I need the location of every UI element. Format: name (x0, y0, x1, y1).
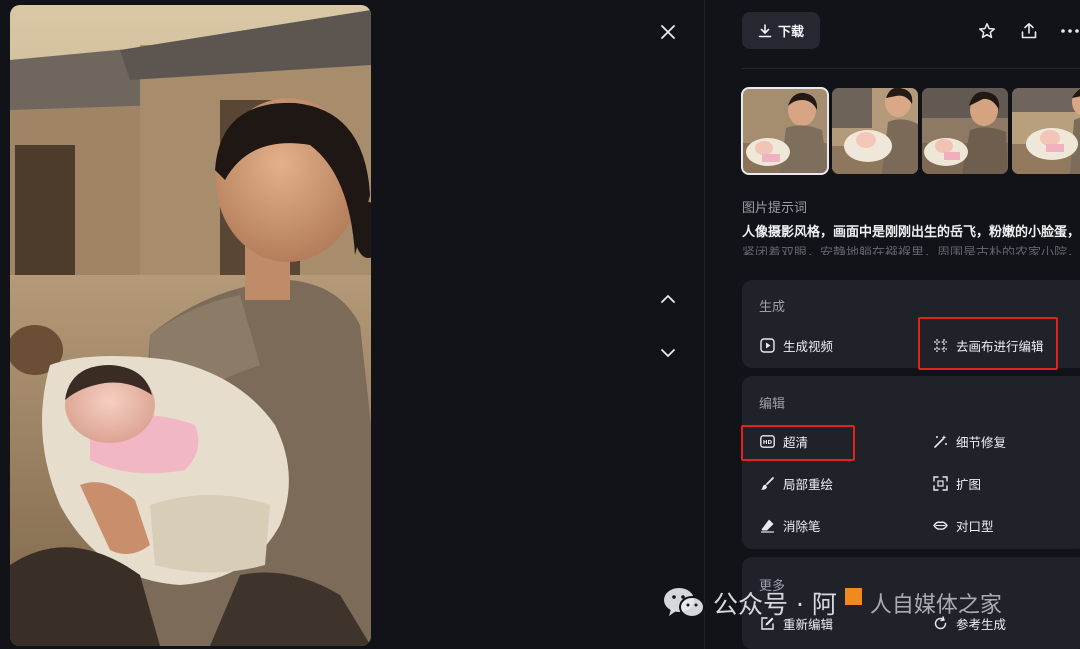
prompt-heading: 图片提示词 (742, 201, 808, 216)
generate-title: 生成 (759, 300, 786, 315)
watermark-logo-square (844, 587, 862, 605)
eraser-label: 消除笔 (783, 519, 821, 534)
close-icon (661, 25, 675, 39)
inpaint-button[interactable]: 局部重绘 (760, 474, 833, 493)
brush-icon (761, 477, 774, 490)
highlight-box (741, 425, 855, 461)
main-image[interactable] (10, 5, 371, 646)
lip-sync-button[interactable]: 对口型 (933, 516, 994, 535)
highlight-box (918, 317, 1058, 370)
detail-panel: 下载 图片提示词 人像摄影风格，画面中是刚刚出生的岳飞，粉嫩的小脸蛋， 紧闭着双… (705, 0, 1080, 649)
lips-icon (933, 521, 948, 530)
previous-image-button[interactable] (656, 287, 680, 311)
inpaint-label: 局部重绘 (783, 477, 834, 492)
thumbnail-strip (741, 87, 1080, 175)
wechat-icon (664, 588, 705, 618)
expand-icon (933, 476, 948, 491)
expand-image-label: 扩图 (956, 477, 982, 492)
thumbnail[interactable] (741, 87, 829, 175)
edit-title: 编辑 (759, 397, 786, 412)
share-icon (1021, 23, 1037, 39)
magic-wand-icon (934, 435, 947, 448)
more-icon (1061, 29, 1079, 33)
thumbnail[interactable] (922, 88, 1008, 174)
prompt-line-2: 紧闭着双眼，安静地躺在襁褓里，周围是古朴的农家小院， (742, 246, 1080, 255)
favorite-button[interactable] (976, 20, 998, 42)
watermark: 公众号 · 阿 人自媒体之家 (663, 585, 1002, 621)
next-image-button[interactable] (656, 341, 680, 365)
header-divider (742, 68, 1080, 69)
download-label: 下载 (777, 25, 804, 40)
star-icon (979, 23, 995, 39)
watermark-text-a: 公众号 · 阿 (713, 590, 837, 619)
more-options-button[interactable] (1060, 20, 1080, 42)
generate-video-label: 生成视频 (783, 339, 834, 354)
download-button[interactable]: 下载 (742, 12, 820, 49)
play-icon (760, 338, 775, 353)
eraser-icon (761, 519, 774, 533)
detail-repair-label: 细节修复 (956, 435, 1007, 450)
prompt-line-1: 人像摄影风格，画面中是刚刚出生的岳飞，粉嫩的小脸蛋， (742, 225, 1080, 240)
thumbnail[interactable] (832, 88, 918, 174)
eraser-button[interactable]: 消除笔 (760, 516, 821, 535)
watermark-text-b: 人自媒体之家 (869, 593, 1002, 618)
thumbnail[interactable] (1012, 88, 1080, 174)
download-icon (758, 23, 772, 37)
expand-image-button[interactable]: 扩图 (933, 474, 981, 493)
share-button[interactable] (1018, 20, 1040, 42)
lip-sync-label: 对口型 (956, 519, 994, 534)
edit-card: 编辑 HD 超清 细节修复 局部重绘 扩图 消除笔 对口型 (742, 376, 1080, 549)
chevron-up-icon (661, 295, 675, 303)
prompt-text: 人像摄影风格，画面中是刚刚出生的岳飞，粉嫩的小脸蛋， 紧闭着双眼，安静地躺在襁褓… (742, 222, 1080, 255)
close-button[interactable] (656, 20, 680, 44)
chevron-down-icon (661, 349, 675, 357)
detail-repair-button[interactable]: 细节修复 (933, 432, 1006, 451)
generate-video-button[interactable]: 生成视频 (760, 336, 833, 355)
